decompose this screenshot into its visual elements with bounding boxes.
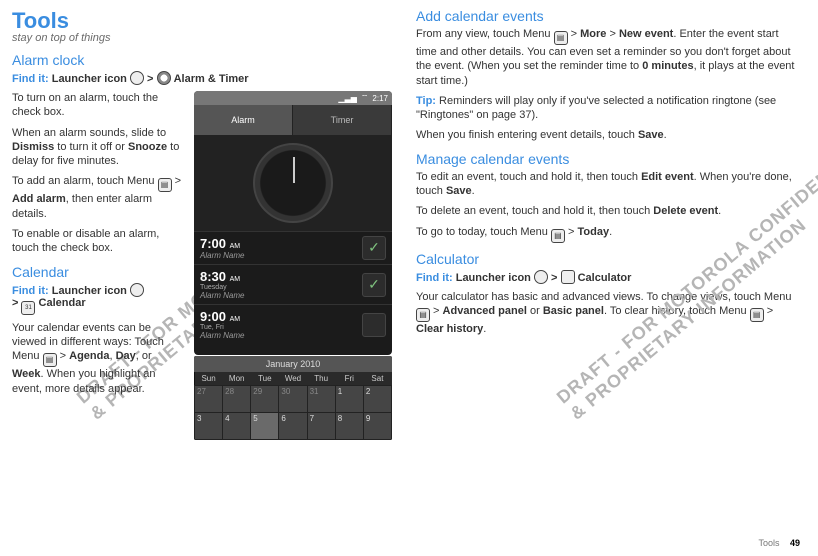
footer-section: Tools	[758, 538, 779, 548]
alarm-p2: When an alarm sounds, slide to Dismiss t…	[12, 126, 182, 169]
menu-icon	[551, 229, 565, 243]
launcher-icon	[130, 71, 144, 85]
page-footer: Tools 49	[758, 538, 800, 548]
alarm-checkbox[interactable]: ✓	[362, 273, 386, 297]
alarm-time: 8:30 AM	[200, 269, 362, 284]
manage-p1: To edit an event, touch and hold it, the…	[416, 170, 796, 199]
chapter-title: Tools	[12, 8, 392, 34]
alarm-days: Tue, Fri	[200, 324, 362, 331]
alarm-p1: To turn on an alarm, touch the check box…	[12, 91, 182, 120]
manage-p3: To go to today, touch Menu > Today.	[416, 225, 796, 243]
status-bar: ▁▃▅ ⌔ 2:17	[194, 91, 392, 105]
calendar-cell[interactable]: 3	[195, 413, 223, 440]
alarm-p4: To enable or disable an alarm, touch the…	[12, 227, 182, 256]
menu-icon	[750, 308, 764, 322]
calendar-cell[interactable]: 5	[251, 413, 279, 440]
section-add-events: Add calendar events	[416, 8, 796, 24]
add-tip: Tip: Reminders will play only if you've …	[416, 94, 796, 123]
calendar-dow: Tue	[251, 372, 279, 386]
status-time: 2:17	[372, 94, 388, 103]
right-column: Add calendar events From any view, touch…	[416, 8, 796, 402]
alarm-checkbox[interactable]: ✓	[362, 236, 386, 260]
calendar-dow: Sat	[363, 372, 391, 386]
alarm-row[interactable]: 7:00 AMAlarm Name✓	[194, 231, 392, 264]
calendar-cell[interactable]: 4	[223, 413, 251, 440]
calendar-dow: Wed	[279, 372, 307, 386]
calendar-dow: Fri	[335, 372, 363, 386]
section-calculator: Calculator	[416, 251, 796, 267]
calendar-cell[interactable]: 9	[363, 413, 391, 440]
alarm-time: 7:00 AM	[200, 236, 362, 251]
calendar-p1: Your calendar events can be viewed in di…	[12, 321, 182, 396]
calendar-cell[interactable]: 31	[307, 386, 335, 413]
calculator-icon	[561, 270, 575, 284]
alarm-days: Tuesday	[200, 284, 362, 291]
menu-icon	[43, 353, 57, 367]
calendar-cell[interactable]: 2	[363, 386, 391, 413]
calendar-dow: Sun	[195, 372, 223, 386]
alarm-name: Alarm Name	[200, 251, 362, 260]
find-it-alarm: Find it: Launcher icon > Alarm & Timer	[12, 71, 392, 85]
menu-icon	[554, 31, 568, 45]
section-alarm-clock: Alarm clock	[12, 52, 392, 68]
calendar-cell[interactable]: 7	[307, 413, 335, 440]
alarm-name: Alarm Name	[200, 331, 362, 340]
calendar-icon: 31	[21, 301, 35, 315]
calendar-cell[interactable]: 30	[279, 386, 307, 413]
calendar-dow: Thu	[307, 372, 335, 386]
launcher-icon	[534, 270, 548, 284]
phone-calendar-screenshot: January 2010 SunMonTueWedThuFriSat 27282…	[194, 356, 392, 440]
alarm-p3: To add an alarm, touch Menu > Add alarm,…	[12, 174, 182, 221]
alarm-checkbox[interactable]	[362, 313, 386, 337]
manage-p2: To delete an event, touch and hold it, t…	[416, 204, 796, 218]
alarm-row[interactable]: 8:30 AMTuesdayAlarm Name✓	[194, 264, 392, 304]
add-p1: From any view, touch Menu > More > New e…	[416, 27, 796, 88]
left-column: Tools stay on top of things Alarm clock …	[12, 8, 392, 402]
calendar-cell[interactable]: 6	[279, 413, 307, 440]
signal-icon: ▁▃▅	[338, 94, 356, 103]
wifi-icon: ⌔	[361, 93, 369, 103]
tab-alarm[interactable]: Alarm	[194, 105, 293, 135]
section-manage-events: Manage calendar events	[416, 151, 796, 167]
calendar-dow: Mon	[223, 372, 251, 386]
find-it-calculator: Find it: Launcher icon > Calculator	[416, 270, 796, 284]
calendar-cell[interactable]: 1	[335, 386, 363, 413]
alarm-name: Alarm Name	[200, 291, 362, 300]
tab-timer[interactable]: Timer	[293, 105, 392, 135]
alarm-row[interactable]: 9:00 AMTue, FriAlarm Name	[194, 304, 392, 344]
alarm-time: 9:00 AM	[200, 309, 362, 324]
calc-p1: Your calculator has basic and advanced v…	[416, 290, 796, 337]
alarm-timer-icon	[157, 71, 171, 85]
find-it-calendar: Find it: Launcher icon > 31 Calendar	[12, 283, 182, 315]
launcher-icon	[130, 283, 144, 297]
calendar-title: January 2010	[194, 356, 392, 372]
menu-icon	[158, 178, 172, 192]
menu-icon	[416, 308, 430, 322]
calendar-cell[interactable]: 28	[223, 386, 251, 413]
footer-page-number: 49	[790, 538, 800, 548]
chapter-subtitle: stay on top of things	[12, 32, 392, 44]
add-p2: When you finish entering event details, …	[416, 128, 796, 142]
clock-face	[194, 135, 392, 231]
calendar-cell[interactable]: 8	[335, 413, 363, 440]
phone-alarm-screenshot: ▁▃▅ ⌔ 2:17 Alarm Timer 7:00 AMAlarm Name…	[194, 91, 392, 355]
calendar-cell[interactable]: 29	[251, 386, 279, 413]
calendar-cell[interactable]: 27	[195, 386, 223, 413]
